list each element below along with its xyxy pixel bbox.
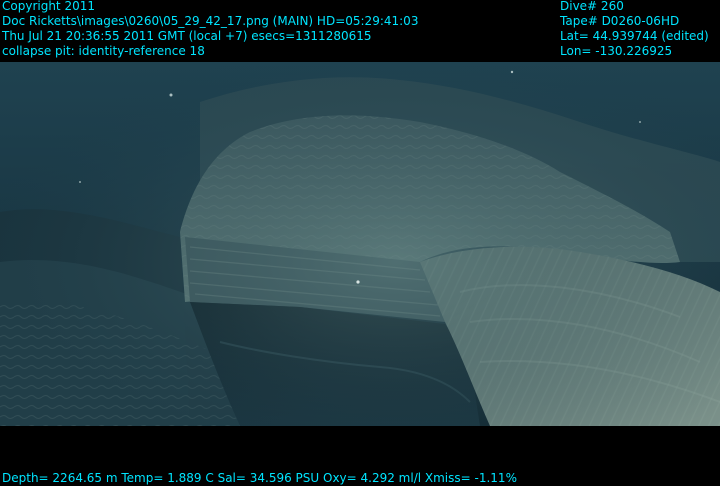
timestamp-text: Thu Jul 21 20:36:55 2011 GMT (local +7) … (2, 29, 372, 43)
header-right-overlay: Dive# 260 Tape# D0260-06HD Lat= 44.93974… (560, 0, 709, 59)
annotation-text: collapse pit: identity-reference 18 (2, 44, 205, 58)
video-frame: Copyright 2011 Doc Ricketts\images\0260\… (0, 0, 720, 486)
dive-number-text: Dive# 260 (560, 0, 624, 13)
seafloor-image (0, 62, 720, 426)
longitude-text: Lon= -130.226925 (560, 44, 673, 58)
sensor-readout-overlay: Depth= 2264.65 m Temp= 1.889 C Sal= 34.5… (2, 471, 517, 485)
latitude-text: Lat= 44.939744 (edited) (560, 29, 709, 43)
image-path-text: Doc Ricketts\images\0260\05_29_42_17.png… (2, 14, 419, 28)
tape-number-text: Tape# D0260-06HD (560, 14, 680, 28)
copyright-text: Copyright 2011 (2, 0, 95, 13)
header-left-overlay: Copyright 2011 Doc Ricketts\images\0260\… (2, 0, 418, 59)
